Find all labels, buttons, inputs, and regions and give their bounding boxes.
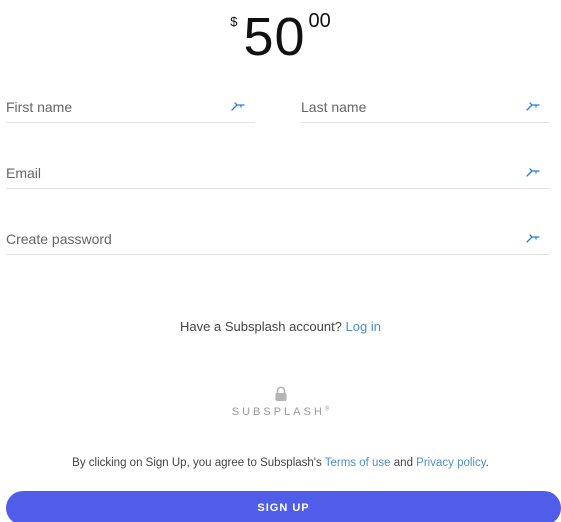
password-field bbox=[6, 224, 550, 255]
brand-wordmark: SUBSPLASH® bbox=[232, 406, 329, 418]
amount-cents: 00 bbox=[308, 10, 331, 32]
login-prompt: Have a Subsplash account? Log in bbox=[0, 319, 561, 334]
amount-whole: 50 bbox=[243, 7, 306, 67]
first-name-field bbox=[6, 92, 255, 123]
login-link[interactable]: Log in bbox=[346, 319, 381, 334]
terms-notice: By clicking on Sign Up, you agree to Sub… bbox=[0, 457, 561, 469]
lock-icon bbox=[275, 386, 286, 401]
privacy-policy-link[interactable]: Privacy policy bbox=[416, 457, 485, 469]
secure-badge: SUBSPLASH® bbox=[0, 386, 561, 418]
signup-page: $ 50 00 Have a Subsplash account? Log in bbox=[0, 0, 561, 522]
sign-up-button[interactable]: SIGN UP bbox=[6, 491, 561, 522]
terms-conjunction: and bbox=[393, 457, 413, 469]
password-input[interactable] bbox=[6, 224, 522, 254]
terms-prefix: By clicking on Sign Up, you agree to Sub… bbox=[72, 457, 322, 469]
terms-suffix: . bbox=[485, 457, 489, 469]
login-prompt-text: Have a Subsplash account? bbox=[180, 319, 342, 334]
email-field bbox=[6, 158, 550, 189]
last-name-input[interactable] bbox=[301, 92, 522, 122]
trademark-mark: ® bbox=[324, 406, 330, 413]
email-input[interactable] bbox=[6, 158, 522, 188]
amount-display: $ 50 00 bbox=[0, 0, 561, 64]
terms-of-use-link[interactable]: Terms of use bbox=[325, 457, 391, 469]
first-name-input[interactable] bbox=[6, 92, 227, 122]
autofill-key-icon[interactable] bbox=[526, 231, 540, 245]
brand-name: SUBSPLASH bbox=[231, 406, 325, 418]
currency-symbol: $ bbox=[230, 14, 238, 29]
autofill-key-icon[interactable] bbox=[231, 99, 245, 113]
autofill-key-icon[interactable] bbox=[526, 99, 540, 113]
last-name-field bbox=[301, 92, 550, 123]
autofill-key-icon[interactable] bbox=[526, 165, 540, 179]
